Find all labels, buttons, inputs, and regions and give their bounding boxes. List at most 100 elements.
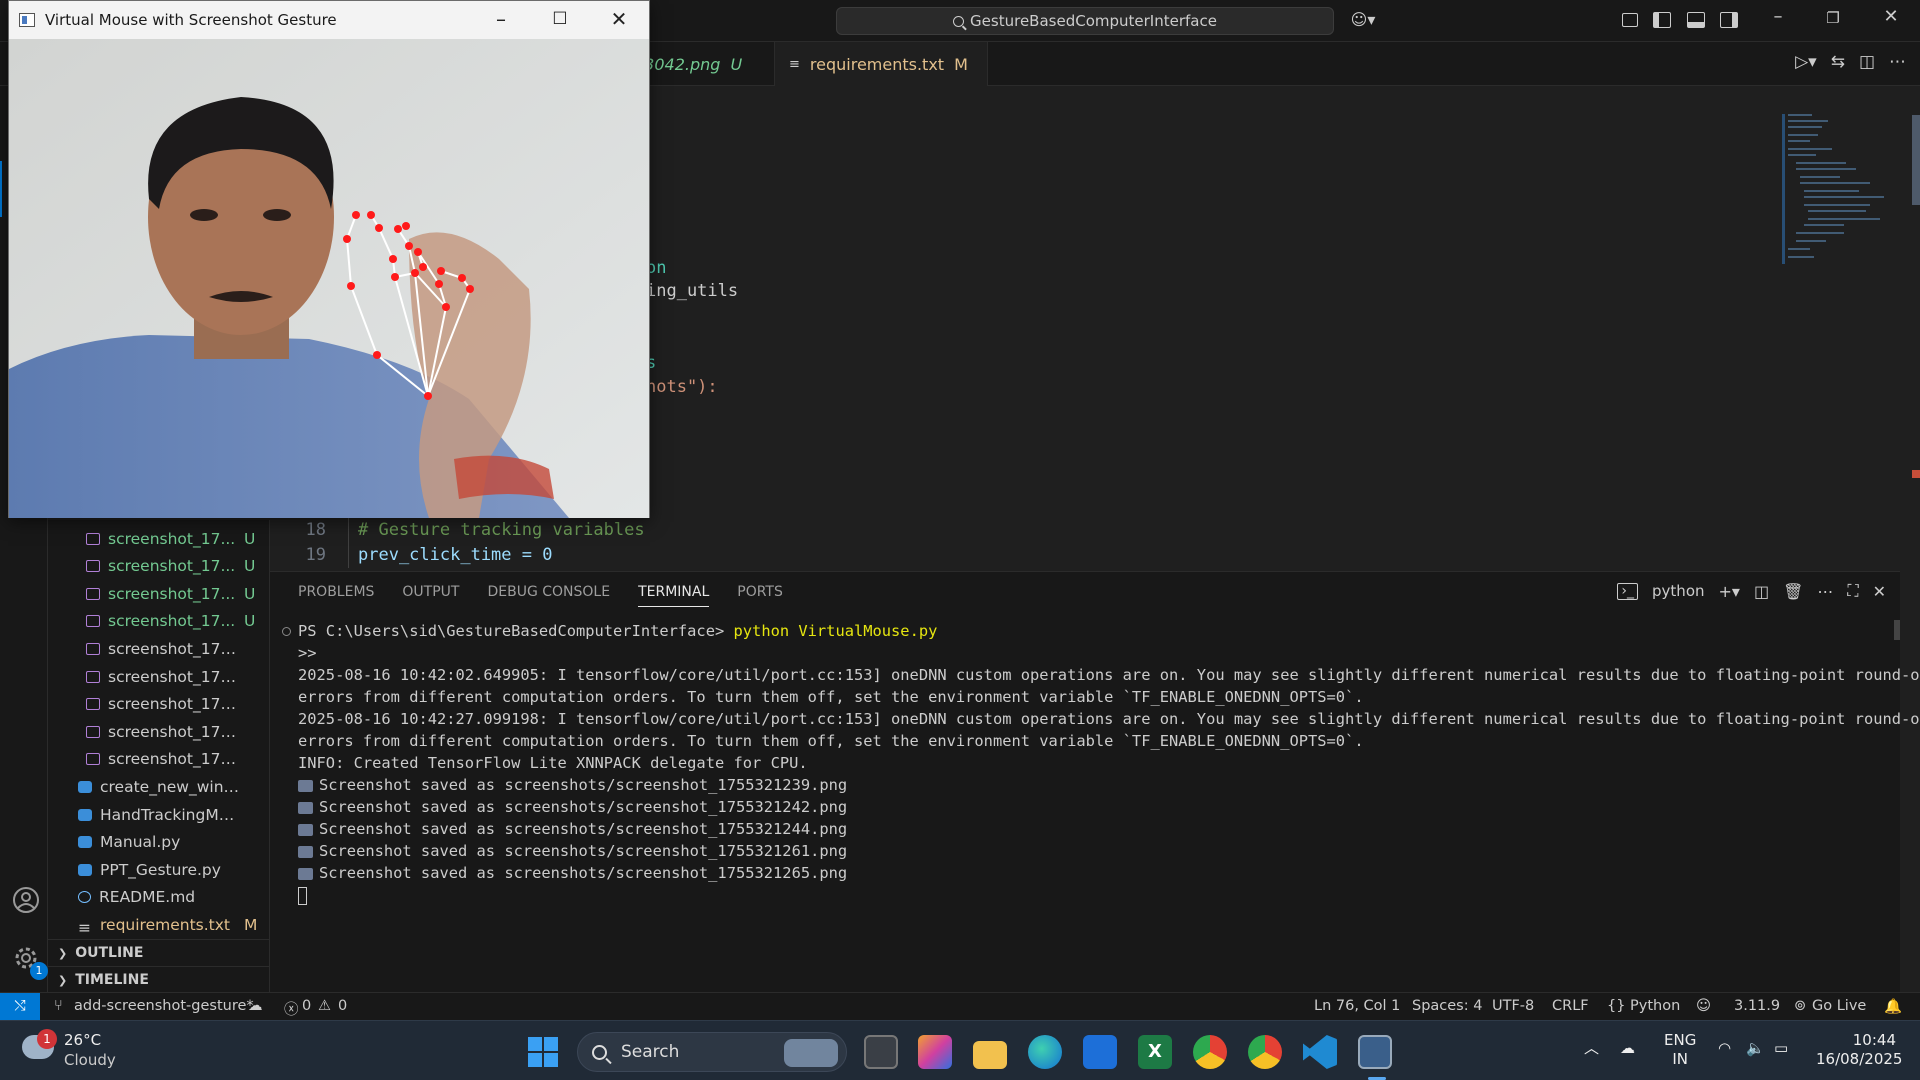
go-live[interactable]: Go Live: [1812, 998, 1866, 1014]
file-item[interactable]: screenshot_17... U: [48, 608, 270, 635]
file-item[interactable]: screenshot_17... U: [48, 553, 270, 580]
camera-window-titlebar[interactable]: Virtual Mouse with Screenshot Gesture – …: [9, 1, 649, 39]
task-view-icon[interactable]: [864, 1035, 898, 1069]
file-item[interactable]: PPT_Gesture.py: [48, 856, 270, 883]
wifi-icon[interactable]: ◠: [1718, 1039, 1731, 1058]
outline-section[interactable]: ❯ OUTLINE: [48, 939, 270, 966]
battery-icon[interactable]: ▭: [1774, 1039, 1788, 1058]
file-item[interactable]: ≡ requirements.txt M: [48, 911, 270, 938]
code-fragment: hots"):: [646, 377, 718, 397]
compare-icon[interactable]: ⇆: [1831, 52, 1845, 72]
terminal-output[interactable]: PS C:\Users\sid\GestureBasedComputerInte…: [298, 620, 1920, 906]
encoding[interactable]: UTF-8: [1492, 998, 1534, 1014]
language-indicator[interactable]: ENG IN: [1664, 1031, 1696, 1069]
sync-icon[interactable]: ☁: [248, 998, 263, 1014]
volume-icon[interactable]: 🔈: [1746, 1039, 1765, 1058]
file-name: Manual.py: [100, 833, 181, 852]
close-icon[interactable]: ✕: [1876, 6, 1906, 27]
language-mode[interactable]: Python: [1630, 998, 1680, 1014]
file-name: screenshot_1755321...: [108, 722, 240, 741]
minimap[interactable]: [1782, 114, 1902, 266]
terminal-scrollbar[interactable]: [1894, 620, 1900, 640]
minimize-icon[interactable]: –: [481, 7, 521, 31]
terminal-shell-name[interactable]: python: [1652, 582, 1704, 600]
file-item[interactable]: screenshot_17... U: [48, 525, 270, 552]
vscode-icon[interactable]: [1303, 1035, 1337, 1069]
bell-icon[interactable]: 🔔: [1884, 998, 1902, 1015]
file-name: requirements.txt: [100, 915, 230, 934]
new-terminal-icon[interactable]: +▾: [1719, 582, 1740, 601]
close-icon[interactable]: ✕: [599, 7, 639, 31]
screenshot-text: Screenshot saved as screenshots/screensh…: [319, 820, 848, 838]
python-version[interactable]: 3.11.9: [1734, 998, 1780, 1014]
restore-icon[interactable]: ❐: [1818, 9, 1848, 27]
accounts-icon[interactable]: [12, 886, 40, 914]
excel-icon[interactable]: X: [1138, 1035, 1172, 1069]
toggle-primary-sidebar-icon[interactable]: [1653, 12, 1671, 28]
split-terminal-icon[interactable]: ◫: [1754, 582, 1769, 601]
tab-problems[interactable]: PROBLEMS: [298, 584, 374, 607]
file-explorer-icon[interactable]: [973, 1041, 1007, 1069]
file-item[interactable]: screenshot_17... U: [48, 580, 270, 607]
file-item[interactable]: screenshot_1755321...: [48, 635, 270, 662]
weather-temp[interactable]: 26°C: [64, 1031, 101, 1049]
chrome-icon[interactable]: [1193, 1035, 1227, 1069]
tab-ports[interactable]: PORTS: [737, 584, 783, 607]
tab-output[interactable]: OUTPUT: [402, 584, 459, 607]
copilot-status-icon[interactable]: ☺: [1696, 998, 1711, 1014]
split-editor-icon[interactable]: ◫: [1859, 52, 1875, 72]
error-count[interactable]: 0: [302, 998, 311, 1014]
editor-scrollbar[interactable]: [1912, 115, 1920, 205]
weather-desc[interactable]: Cloudy: [64, 1051, 116, 1069]
warning-count[interactable]: 0: [338, 998, 347, 1014]
run-icon[interactable]: ▷▾: [1795, 52, 1817, 72]
close-panel-icon[interactable]: ✕: [1873, 582, 1886, 601]
file-item[interactable]: screenshot_1755321...: [48, 691, 270, 718]
maximize-icon[interactable]: ☐: [540, 9, 580, 29]
tab-requirements-txt[interactable]: ≡ requirements.txt M: [775, 42, 988, 86]
file-item[interactable]: HandTrackingModule....: [48, 801, 270, 828]
file-item[interactable]: screenshot_1755321...: [48, 663, 270, 690]
windows-start-icon[interactable]: [528, 1037, 558, 1067]
chevron-right-icon: ❯: [58, 946, 68, 960]
active-indicator: [0, 161, 2, 217]
clock[interactable]: 10:44 16/08/2025: [1816, 1031, 1902, 1069]
kill-terminal-icon[interactable]: 🗑: [1783, 582, 1803, 601]
file-item[interactable]: screenshot_1755321...: [48, 746, 270, 773]
file-item[interactable]: create_new_window.py: [48, 773, 270, 800]
indentation[interactable]: Spaces: 4: [1412, 998, 1482, 1014]
screenshot-text: Screenshot saved as screenshots/screensh…: [319, 776, 848, 794]
file-item[interactable]: screenshot_1755321...: [48, 718, 270, 745]
edge-icon[interactable]: [1028, 1035, 1062, 1069]
timeline-section[interactable]: ❯ TIMELINE: [48, 966, 270, 993]
file-item[interactable]: README.md: [48, 884, 270, 911]
more-actions-icon[interactable]: ⋯: [1889, 52, 1906, 72]
tab-debug-console[interactable]: DEBUG CONSOLE: [487, 584, 610, 607]
branch-name[interactable]: add-screenshot-gesture*: [74, 998, 254, 1014]
copilot-app-icon[interactable]: [918, 1035, 952, 1069]
remote-icon[interactable]: ⤭: [0, 993, 40, 1021]
customize-layout-icon[interactable]: [1622, 13, 1638, 27]
maximize-panel-icon[interactable]: ⛶: [1847, 581, 1858, 601]
chrome-profile-icon[interactable]: [1248, 1035, 1282, 1069]
taskbar-search[interactable]: Search: [577, 1032, 847, 1072]
screenshot-line: Screenshot saved as screenshots/screensh…: [298, 796, 1898, 818]
python-window-icon[interactable]: [1358, 1035, 1392, 1069]
cursor-position[interactable]: Ln 76, Col 1: [1314, 998, 1400, 1014]
store-icon[interactable]: [1083, 1035, 1117, 1069]
copilot-icon[interactable]: ☺▾: [1350, 11, 1376, 29]
toggle-secondary-sidebar-icon[interactable]: [1720, 12, 1738, 28]
end-of-line[interactable]: CRLF: [1552, 998, 1589, 1014]
file-item[interactable]: Manual.py: [48, 829, 270, 856]
tab-terminal[interactable]: TERMINAL: [638, 584, 710, 607]
editor-actions: ▷▾ ⇆ ◫ ⋯: [1795, 52, 1906, 72]
command-center[interactable]: GestureBasedComputerInterface: [836, 7, 1334, 35]
toggle-panel-icon[interactable]: [1687, 12, 1705, 28]
search-placeholder: Search: [621, 1042, 680, 1062]
more-icon[interactable]: ⋯: [1817, 582, 1833, 601]
minimize-icon[interactable]: –: [1763, 6, 1793, 27]
show-hidden-icons[interactable]: ︿: [1584, 1039, 1599, 1058]
screenshot-line: Screenshot saved as screenshots/screensh…: [298, 840, 1898, 862]
onedrive-icon[interactable]: ☁: [1620, 1039, 1635, 1058]
camera-window[interactable]: Virtual Mouse with Screenshot Gesture – …: [8, 0, 650, 518]
